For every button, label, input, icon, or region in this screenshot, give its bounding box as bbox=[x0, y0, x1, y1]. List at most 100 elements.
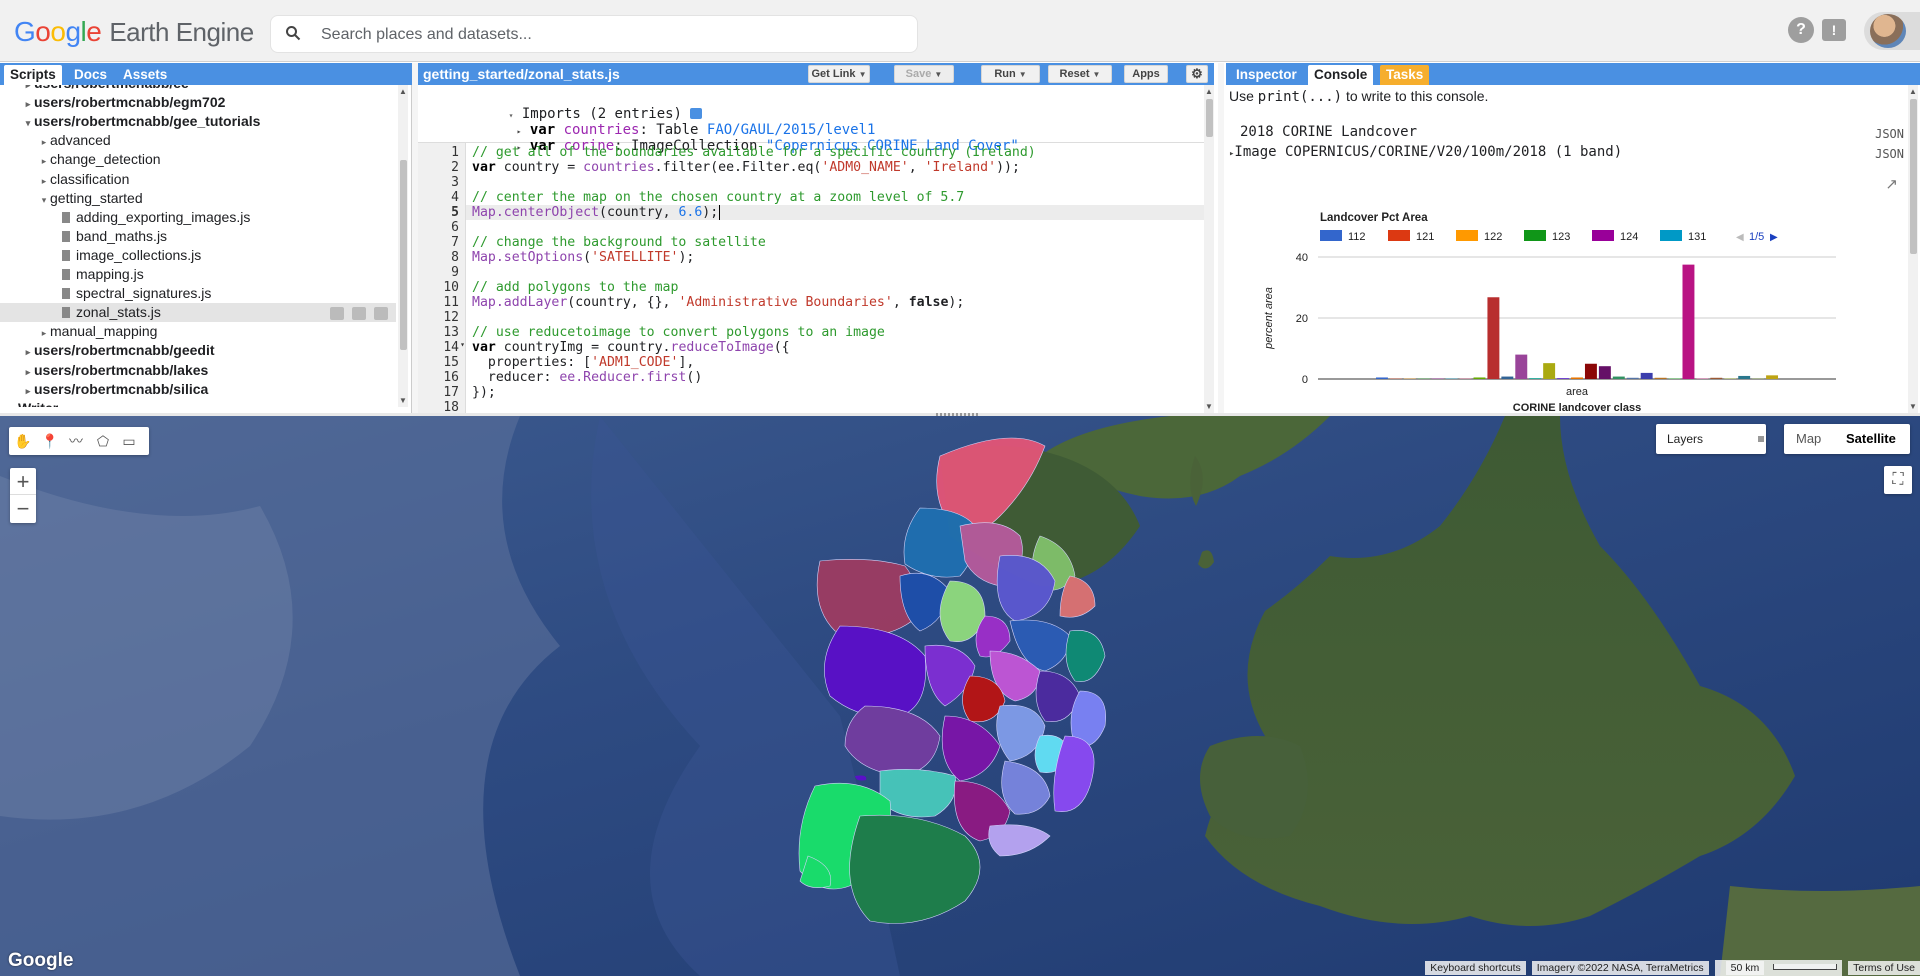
landcover-chart: Landcover Pct Area 112 121 122 123 124 131 ◀ 1/5… bbox=[1256, 197, 1876, 414]
code-line: // get all of the boundaries available f… bbox=[472, 145, 1036, 160]
save-button[interactable]: Save ▼ bbox=[894, 65, 954, 83]
legend-swatch bbox=[1320, 230, 1342, 241]
rename-icon[interactable] bbox=[352, 307, 366, 321]
script-file-item[interactable]: zonal_stats.js bbox=[0, 303, 396, 323]
tab-assets[interactable]: Assets bbox=[117, 65, 173, 85]
popout-icon[interactable]: ↗ bbox=[1885, 175, 1898, 193]
feedback-icon[interactable]: ! bbox=[1822, 19, 1846, 41]
console-output: Use print(...) to write to this console.… bbox=[1226, 85, 1908, 414]
script-file-item[interactable]: image_collections.js bbox=[0, 246, 396, 265]
folder-item[interactable]: ▾ getting_started bbox=[0, 189, 396, 208]
script-file-item[interactable]: adding_exporting_images.js bbox=[0, 208, 396, 227]
delete-icon[interactable] bbox=[374, 307, 388, 321]
keyboard-shortcuts-link[interactable]: Keyboard shortcuts bbox=[1425, 961, 1526, 975]
chart-bar bbox=[1501, 376, 1514, 379]
scroll-down-icon[interactable]: ▼ bbox=[1909, 402, 1917, 411]
script-file-item[interactable]: spectral_signatures.js bbox=[0, 284, 396, 303]
chevron-down-icon[interactable]: ▼ bbox=[1093, 70, 1101, 79]
tab-docs[interactable]: Docs bbox=[68, 65, 113, 85]
tab-inspector[interactable]: Inspector bbox=[1230, 65, 1303, 85]
search-input[interactable] bbox=[321, 24, 901, 46]
tree-item-label: users/robertmcnabb/silica bbox=[34, 380, 209, 397]
tree-item-label: classification bbox=[50, 170, 130, 187]
help-icon[interactable]: ? bbox=[1788, 17, 1814, 43]
zoom-in-button[interactable]: + bbox=[10, 468, 36, 495]
chevron-right-icon[interactable]: ▸ bbox=[6, 401, 18, 407]
right-splitter[interactable] bbox=[1218, 63, 1224, 413]
tree-item-label: getting_started bbox=[50, 189, 143, 206]
chart-title: Landcover Pct Area bbox=[1320, 212, 1428, 224]
avatar[interactable] bbox=[1870, 14, 1906, 48]
gear-icon[interactable]: ⚙ bbox=[1186, 65, 1208, 83]
line-number: 3 bbox=[451, 175, 459, 190]
map-type-map-button[interactable]: Map bbox=[1796, 431, 1821, 446]
folder-item[interactable]: ▸ manual_mapping bbox=[0, 322, 396, 341]
folder-item[interactable]: ▸ users/robertmcnabb/egm702 bbox=[0, 93, 396, 112]
scroll-up-icon[interactable]: ▲ bbox=[1205, 87, 1213, 96]
map-view[interactable]: ✋ 📍 〰 ⬠ ▭ + − Layers Map Satellite ⛶ Goo… bbox=[0, 416, 1920, 976]
line-number: 8 bbox=[451, 250, 459, 265]
console-scrollbar[interactable]: ▲ ▼ bbox=[1908, 85, 1918, 413]
json-toggle[interactable]: JSON bbox=[1875, 127, 1904, 141]
line-number: 12 bbox=[443, 310, 459, 325]
folder-item[interactable]: ▸Writer bbox=[0, 399, 396, 407]
tab-console[interactable]: Console bbox=[1308, 65, 1374, 85]
hand-pan-icon[interactable]: ✋ bbox=[14, 432, 32, 450]
script-file-item[interactable]: band_maths.js bbox=[0, 227, 396, 246]
scrollbar-thumb[interactable] bbox=[400, 160, 407, 350]
chevron-down-icon[interactable]: ▼ bbox=[1019, 70, 1027, 79]
code-area[interactable]: // get all of the boundaries available f… bbox=[466, 143, 1206, 413]
rectangle-tool-icon[interactable]: ▭ bbox=[120, 432, 138, 450]
point-marker-icon[interactable]: 📍 bbox=[41, 432, 59, 450]
reset-button[interactable]: Reset ▼ bbox=[1048, 65, 1112, 83]
get-link-button[interactable]: Get Link ▼ bbox=[808, 65, 870, 83]
scrollbar-thumb[interactable] bbox=[1910, 99, 1917, 254]
terms-link[interactable]: Terms of Use bbox=[1848, 961, 1920, 975]
script-tree-scrollbar[interactable]: ▲ ▼ bbox=[398, 85, 408, 407]
map-type-satellite-button[interactable]: Satellite bbox=[1846, 431, 1896, 446]
fullscreen-icon[interactable]: ⛶ bbox=[1884, 466, 1912, 494]
scroll-down-icon[interactable]: ▼ bbox=[399, 396, 407, 405]
search-box[interactable] bbox=[270, 15, 918, 53]
folder-item[interactable]: ▸ change_detection bbox=[0, 150, 396, 169]
line-number: 1 bbox=[451, 145, 459, 160]
tab-scripts[interactable]: Scripts bbox=[4, 65, 62, 85]
line-number: 9 bbox=[451, 265, 459, 280]
line-tool-icon[interactable]: 〰 bbox=[67, 432, 85, 450]
legend-label: 121 bbox=[1416, 231, 1434, 243]
editor-toolbar: getting_started/zonal_stats.js Get Link … bbox=[418, 63, 1214, 85]
editor-scrollbar[interactable]: ▲ ▼ bbox=[1204, 85, 1214, 413]
line-number: 4 bbox=[451, 190, 459, 205]
layers-button[interactable]: Layers bbox=[1656, 424, 1766, 454]
imagery-credit: Imagery ©2022 NASA, TerraMetrics bbox=[1531, 961, 1709, 975]
earth-engine-logo[interactable]: Google Earth Engine bbox=[14, 16, 254, 48]
scrollbar-thumb[interactable] bbox=[1206, 99, 1213, 137]
folder-item[interactable]: ▾ users/robertmcnabb/gee_tutorials bbox=[0, 112, 396, 131]
folder-item[interactable]: ▸ users/robertmcnabb/lakes bbox=[0, 361, 396, 380]
folder-item[interactable]: ▸ advanced bbox=[0, 131, 396, 150]
chevron-down-icon[interactable]: ▼ bbox=[859, 70, 867, 79]
zoom-out-button[interactable]: − bbox=[10, 495, 36, 522]
chart-bar bbox=[1626, 377, 1639, 379]
chart-bar bbox=[1654, 377, 1667, 379]
folder-item[interactable]: ▸ users/robertmcnabb/silica bbox=[0, 380, 396, 399]
folder-item[interactable]: ▸ users/robertmcnabb/geedit bbox=[0, 341, 396, 360]
line-number: 2 bbox=[451, 160, 459, 175]
json-toggle[interactable]: JSON bbox=[1875, 147, 1904, 161]
scroll-up-icon[interactable]: ▲ bbox=[399, 87, 407, 96]
polygon-tool-icon[interactable]: ⬠ bbox=[94, 432, 112, 450]
chevron-down-icon[interactable]: ▼ bbox=[934, 70, 942, 79]
history-icon[interactable] bbox=[330, 307, 344, 321]
apps-button[interactable]: Apps bbox=[1124, 65, 1168, 83]
scroll-down-icon[interactable]: ▼ bbox=[1205, 402, 1213, 411]
folder-item[interactable]: ▸ classification bbox=[0, 170, 396, 189]
chart-bar bbox=[1738, 375, 1751, 379]
folder-item[interactable]: ▸users/robertmcnabb/ee bbox=[0, 85, 396, 93]
run-button[interactable]: Run ▼ bbox=[981, 65, 1040, 83]
script-file-item[interactable]: mapping.js bbox=[0, 265, 396, 284]
script-title: getting_started/zonal_stats.js bbox=[423, 66, 620, 82]
fold-icon[interactable]: ▾ bbox=[460, 340, 465, 349]
scroll-up-icon[interactable]: ▲ bbox=[1909, 87, 1917, 96]
tab-tasks[interactable]: Tasks bbox=[1380, 65, 1430, 85]
console-image-entry[interactable]: ▸Image COPERNICUS/CORINE/V20/100m/2018 (… bbox=[1229, 144, 1622, 160]
